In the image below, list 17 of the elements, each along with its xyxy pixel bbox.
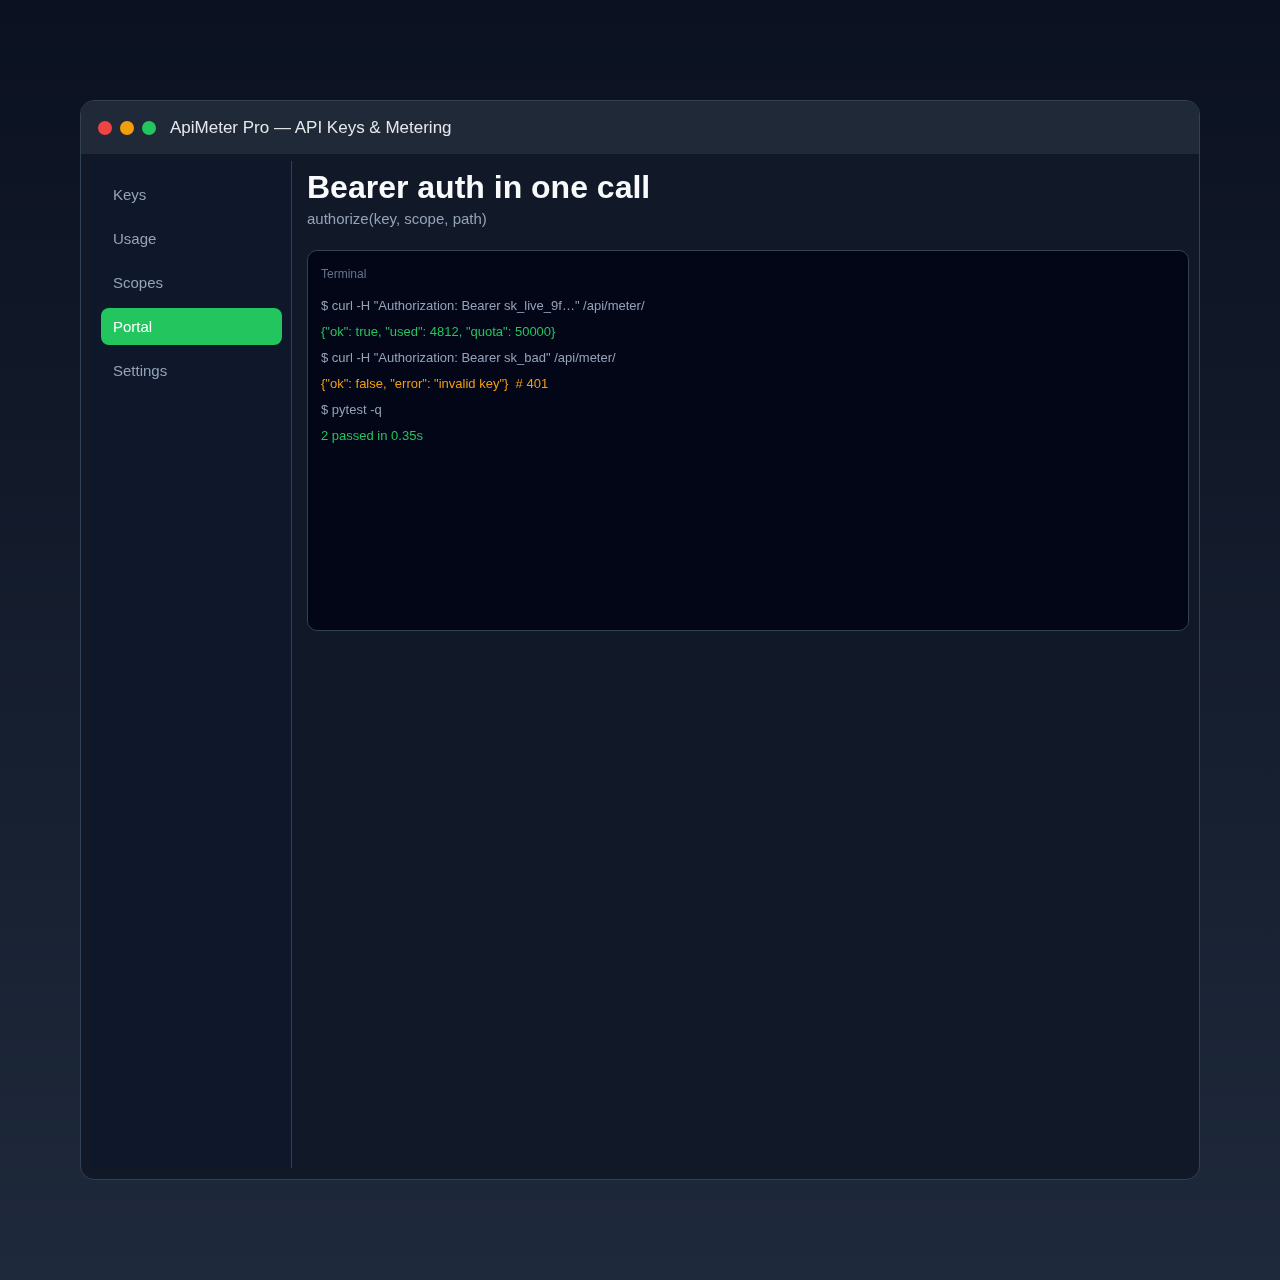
terminal-command: $ curl -H "Authorization: Bearer sk_bad" /api/meter/ — [321, 349, 616, 367]
page-subtitle: authorize(key, scope, path) — [307, 209, 488, 229]
window-maximize-icon[interactable] — [142, 120, 156, 135]
sidebar-item[interactable]: Keys — [101, 176, 282, 213]
window-close-icon[interactable] — [98, 120, 112, 135]
window-title: ApiMeter Pro — API Keys & Metering — [170, 116, 452, 139]
sidebar-item[interactable]: Settings — [101, 352, 282, 389]
terminal-output: 2 passed in 0.35s — [321, 427, 423, 445]
terminal-command: $ pytest -q — [321, 401, 382, 419]
terminal-error-output: {"ok": false, "error": "invalid key"} # 401 — [321, 375, 549, 393]
sidebar-item[interactable]: Scopes — [101, 264, 282, 301]
terminal-title: Terminal — [321, 266, 367, 282]
page-heading: Bearer auth in one call — [307, 168, 652, 206]
terminal-command: $ curl -H "Authorization: Bearer sk_live_9f…" /api/meter/ — [321, 297, 645, 315]
sidebar-item[interactable]: Usage — [101, 220, 282, 257]
window-minimize-icon[interactable] — [120, 120, 134, 135]
terminal-output: {"ok": true, "used": 4812, "quota": 50000} — [321, 323, 556, 341]
